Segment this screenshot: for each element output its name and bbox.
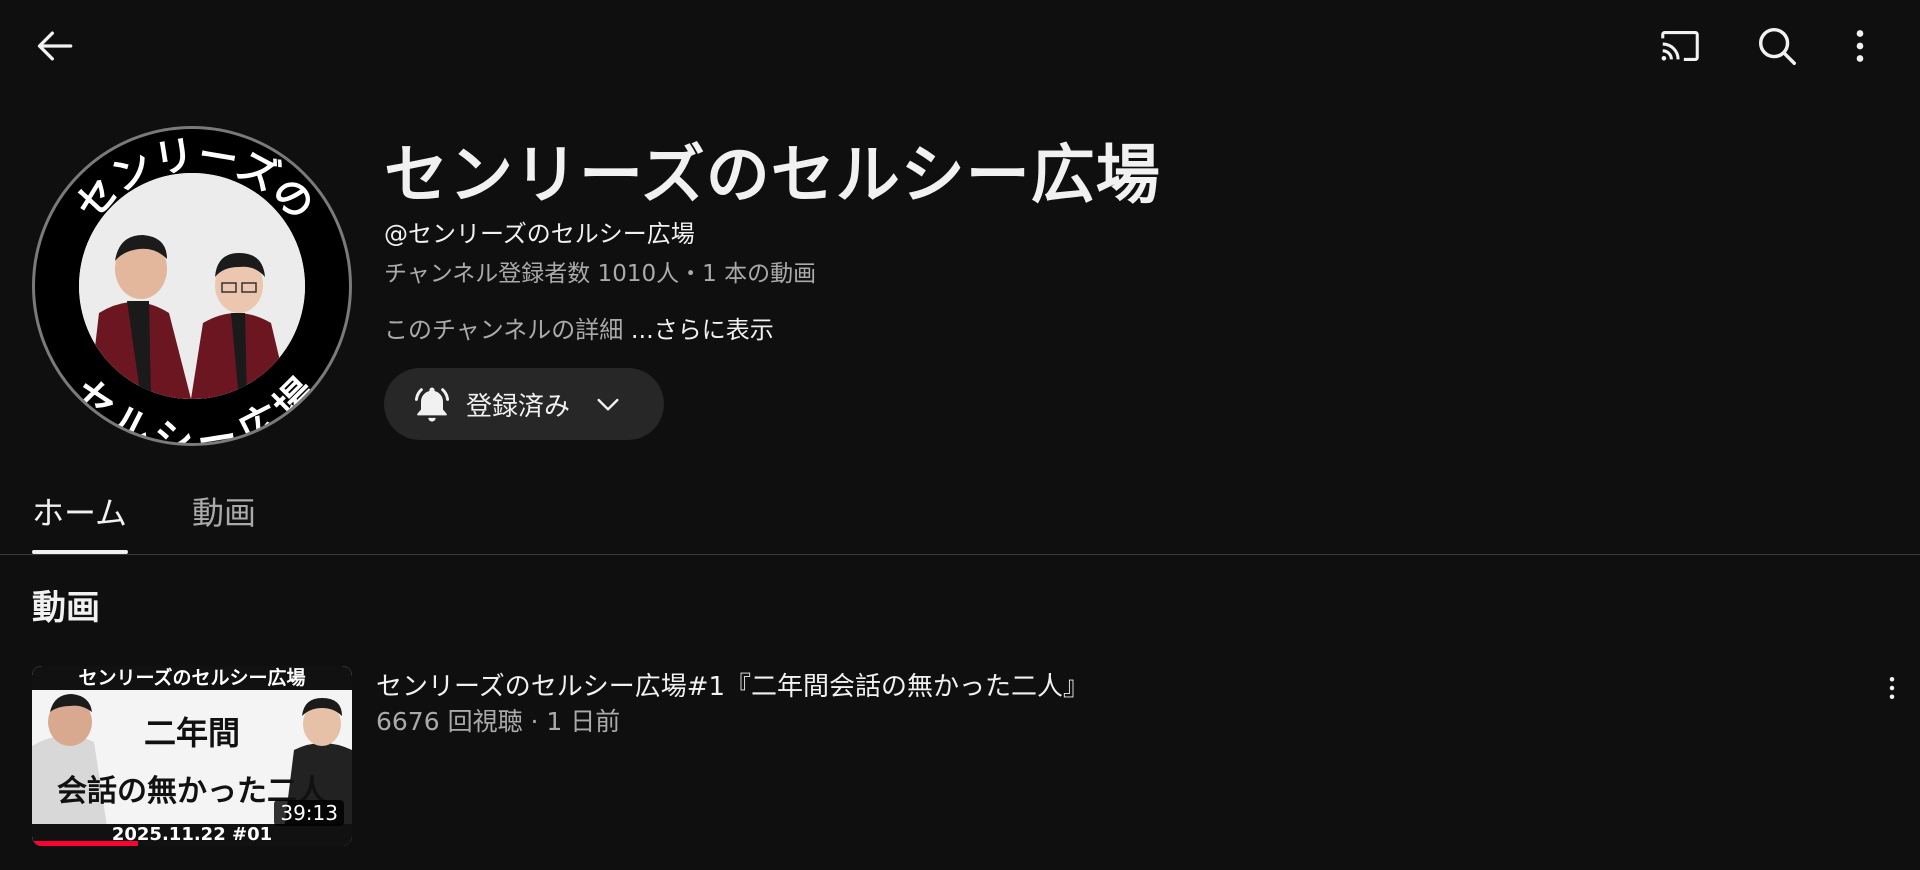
tab-home[interactable]: ホーム [32, 488, 127, 534]
video-more-button[interactable] [1868, 664, 1916, 712]
cast-button[interactable] [1648, 14, 1712, 78]
watch-progress-bar [32, 841, 138, 846]
channel-avatar[interactable]: センリーズの セルシー広場 [32, 126, 352, 446]
subscribed-label: 登録済み [466, 391, 571, 422]
description-text: このチャンネルの詳細 [384, 316, 631, 344]
thumbnail-header-text: センリーズのセルシー広場 [32, 666, 352, 690]
video-thumbnail[interactable]: センリーズのセルシー広場 二年間 会話の無かった二人 2025.11.22 #0… [32, 666, 352, 846]
channel-handle: @センリーズのセルシー広場 [384, 220, 695, 248]
video-metadata: 6676 回視聴 · 1 日前 [376, 707, 621, 736]
video-list-item[interactable]: センリーズのセルシー広場 二年間 会話の無かった二人 2025.11.22 #0… [0, 664, 1920, 846]
tab-videos[interactable]: 動画 [192, 488, 256, 534]
bell-ring-icon [414, 387, 450, 422]
section-title: 動画 [32, 588, 100, 628]
channel-tabs: ホーム 動画 [0, 470, 1920, 555]
back-button[interactable] [24, 14, 88, 78]
cast-icon [1661, 31, 1699, 61]
channel-description[interactable]: このチャンネルの詳細 ...さらに表示 [384, 310, 774, 345]
video-title[interactable]: センリーズのセルシー広場#1『二年間会話の無かった二人』 [376, 666, 1089, 703]
selected-tab-indicator [32, 550, 128, 554]
video-duration: 39:13 [274, 800, 344, 826]
avatar-people-illustration [79, 173, 305, 399]
arrow-left-icon [37, 31, 73, 61]
more-vertical-icon [1889, 677, 1895, 699]
more-vertical-icon [1856, 30, 1864, 62]
search-icon [1758, 27, 1796, 65]
chevron-down-icon [597, 398, 619, 411]
show-more-link[interactable]: ...さらに表示 [631, 316, 774, 344]
subscribed-button[interactable]: 登録済み [384, 368, 664, 440]
channel-title: センリーズのセルシー広場 [384, 139, 1161, 213]
channel-stats: チャンネル登録者数 1010人・1 本の動画 [384, 261, 817, 287]
thumbnail-caption-line1: 二年間 [143, 714, 240, 752]
more-options-button[interactable] [1828, 14, 1892, 78]
top-app-bar [0, 0, 1920, 96]
search-button[interactable] [1745, 14, 1809, 78]
avatar-photo [79, 173, 305, 399]
